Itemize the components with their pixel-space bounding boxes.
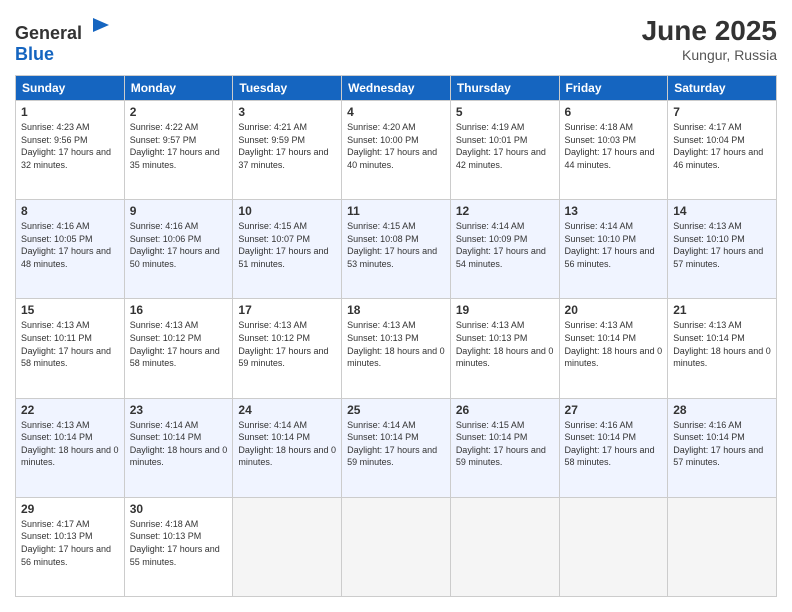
- col-wednesday: Wednesday: [342, 76, 451, 101]
- day-22: 22 Sunrise: 4:13 AMSunset: 10:14 PMDayli…: [16, 398, 125, 497]
- day-30: 30 Sunrise: 4:18 AMSunset: 10:13 PMDayli…: [124, 497, 233, 596]
- header: General Blue June 2025 Kungur, Russia: [15, 15, 777, 65]
- day-27: 27 Sunrise: 4:16 AMSunset: 10:14 PMDayli…: [559, 398, 668, 497]
- day-11: 11 Sunrise: 4:15 AMSunset: 10:08 PMDayli…: [342, 200, 451, 299]
- col-sunday: Sunday: [16, 76, 125, 101]
- logo-blue: Blue: [15, 44, 54, 64]
- day-9: 9 Sunrise: 4:16 AMSunset: 10:06 PMDaylig…: [124, 200, 233, 299]
- day-14: 14 Sunrise: 4:13 AMSunset: 10:10 PMDayli…: [668, 200, 777, 299]
- day-8: 8 Sunrise: 4:16 AMSunset: 10:05 PMDaylig…: [16, 200, 125, 299]
- col-monday: Monday: [124, 76, 233, 101]
- col-tuesday: Tuesday: [233, 76, 342, 101]
- logo: General Blue: [15, 15, 113, 65]
- day-20: 20 Sunrise: 4:13 AMSunset: 10:14 PMDayli…: [559, 299, 668, 398]
- day-13: 13 Sunrise: 4:14 AMSunset: 10:10 PMDayli…: [559, 200, 668, 299]
- month-title: June 2025: [642, 15, 777, 47]
- day-empty-1: [233, 497, 342, 596]
- day-empty-3: [450, 497, 559, 596]
- day-19: 19 Sunrise: 4:13 AMSunset: 10:13 PMDayli…: [450, 299, 559, 398]
- day-7: 7 Sunrise: 4:17 AMSunset: 10:04 PMDaylig…: [668, 101, 777, 200]
- logo-wordmark: General Blue: [15, 15, 113, 65]
- day-empty-4: [559, 497, 668, 596]
- day-empty-2: [342, 497, 451, 596]
- logo-general: General: [15, 23, 82, 43]
- day-4: 4 Sunrise: 4:20 AMSunset: 10:00 PMDaylig…: [342, 101, 451, 200]
- day-24: 24 Sunrise: 4:14 AMSunset: 10:14 PMDayli…: [233, 398, 342, 497]
- day-10: 10 Sunrise: 4:15 AMSunset: 10:07 PMDayli…: [233, 200, 342, 299]
- col-friday: Friday: [559, 76, 668, 101]
- calendar-week-1: 1 Sunrise: 4:23 AMSunset: 9:56 PMDayligh…: [16, 101, 777, 200]
- day-6: 6 Sunrise: 4:18 AMSunset: 10:03 PMDaylig…: [559, 101, 668, 200]
- logo-flag-icon: [89, 15, 113, 39]
- location-subtitle: Kungur, Russia: [642, 47, 777, 63]
- day-3: 3 Sunrise: 4:21 AMSunset: 9:59 PMDayligh…: [233, 101, 342, 200]
- day-5: 5 Sunrise: 4:19 AMSunset: 10:01 PMDaylig…: [450, 101, 559, 200]
- day-1: 1 Sunrise: 4:23 AMSunset: 9:56 PMDayligh…: [16, 101, 125, 200]
- calendar-week-5: 29 Sunrise: 4:17 AMSunset: 10:13 PMDayli…: [16, 497, 777, 596]
- day-28: 28 Sunrise: 4:16 AMSunset: 10:14 PMDayli…: [668, 398, 777, 497]
- day-21: 21 Sunrise: 4:13 AMSunset: 10:14 PMDayli…: [668, 299, 777, 398]
- col-thursday: Thursday: [450, 76, 559, 101]
- day-12: 12 Sunrise: 4:14 AMSunset: 10:09 PMDayli…: [450, 200, 559, 299]
- day-23: 23 Sunrise: 4:14 AMSunset: 10:14 PMDayli…: [124, 398, 233, 497]
- day-16: 16 Sunrise: 4:13 AMSunset: 10:12 PMDayli…: [124, 299, 233, 398]
- day-17: 17 Sunrise: 4:13 AMSunset: 10:12 PMDayli…: [233, 299, 342, 398]
- calendar-header-row: Sunday Monday Tuesday Wednesday Thursday…: [16, 76, 777, 101]
- page: General Blue June 2025 Kungur, Russia Su…: [0, 0, 792, 612]
- col-saturday: Saturday: [668, 76, 777, 101]
- day-2: 2 Sunrise: 4:22 AMSunset: 9:57 PMDayligh…: [124, 101, 233, 200]
- calendar-table: Sunday Monday Tuesday Wednesday Thursday…: [15, 75, 777, 597]
- calendar-week-4: 22 Sunrise: 4:13 AMSunset: 10:14 PMDayli…: [16, 398, 777, 497]
- day-15: 15 Sunrise: 4:13 AMSunset: 10:11 PMDayli…: [16, 299, 125, 398]
- day-29: 29 Sunrise: 4:17 AMSunset: 10:13 PMDayli…: [16, 497, 125, 596]
- day-26: 26 Sunrise: 4:15 AMSunset: 10:14 PMDayli…: [450, 398, 559, 497]
- day-18: 18 Sunrise: 4:13 AMSunset: 10:13 PMDayli…: [342, 299, 451, 398]
- day-25: 25 Sunrise: 4:14 AMSunset: 10:14 PMDayli…: [342, 398, 451, 497]
- calendar-week-2: 8 Sunrise: 4:16 AMSunset: 10:05 PMDaylig…: [16, 200, 777, 299]
- title-block: June 2025 Kungur, Russia: [642, 15, 777, 63]
- day-empty-5: [668, 497, 777, 596]
- calendar-week-3: 15 Sunrise: 4:13 AMSunset: 10:11 PMDayli…: [16, 299, 777, 398]
